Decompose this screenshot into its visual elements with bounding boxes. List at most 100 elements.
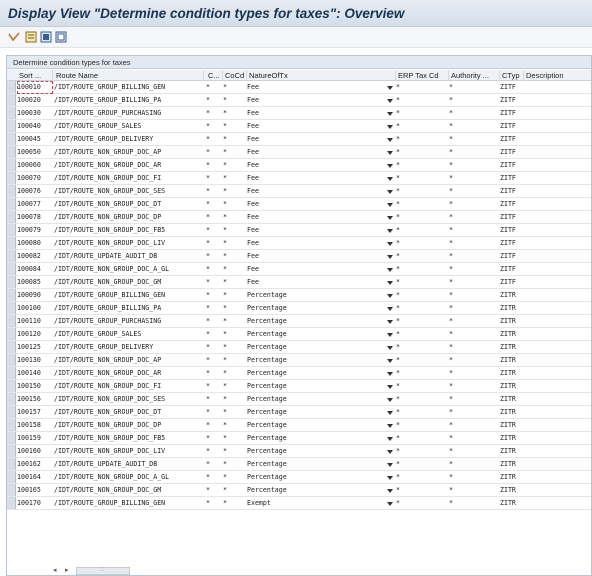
row-selector[interactable]	[7, 471, 16, 483]
dropdown-arrow-icon[interactable]	[387, 255, 393, 259]
erp-tax-code-cell[interactable]: *	[396, 172, 446, 185]
dropdown-arrow-icon[interactable]	[387, 346, 393, 350]
ctyp-cell[interactable]: ZITR	[500, 393, 524, 406]
ctyp-cell[interactable]: ZITF	[500, 263, 524, 276]
authority-cell[interactable]: *	[449, 289, 499, 302]
erp-tax-code-cell[interactable]: *	[396, 159, 446, 172]
row-selector[interactable]	[7, 341, 16, 353]
erp-tax-code-cell[interactable]: *	[396, 367, 446, 380]
c-cell[interactable]: *	[206, 432, 220, 445]
row-selector[interactable]	[7, 133, 16, 145]
route-name-cell[interactable]: /IDT/ROUTE_NON_GROUP_DOC_GM	[54, 484, 202, 497]
authority-cell[interactable]: *	[449, 367, 499, 380]
route-name-cell[interactable]: /IDT/ROUTE_NON_GROUP_DOC_AR	[54, 159, 202, 172]
sort-cell[interactable]: 100084	[17, 263, 53, 276]
erp-tax-code-cell[interactable]: *	[396, 250, 446, 263]
table-row[interactable]: 100078/IDT/ROUTE_NON_GROUP_DOC_DP * * Fee * *…	[7, 211, 591, 224]
cocd-cell[interactable]: *	[223, 445, 243, 458]
erp-tax-code-cell[interactable]: *	[396, 328, 446, 341]
c-cell[interactable]: *	[206, 237, 220, 250]
sort-cell[interactable]: 100082	[17, 250, 53, 263]
c-cell[interactable]: *	[206, 315, 220, 328]
nature-of-tax-cell[interactable]: Percentage	[247, 432, 387, 445]
cocd-cell[interactable]: *	[223, 289, 243, 302]
sort-cell[interactable]: 100157	[17, 406, 53, 419]
c-cell[interactable]: *	[206, 198, 220, 211]
erp-tax-code-cell[interactable]: *	[396, 185, 446, 198]
route-name-cell[interactable]: /IDT/ROUTE_NON_GROUP_DOC_A_GL	[54, 263, 202, 276]
c-cell[interactable]: *	[206, 471, 220, 484]
ctyp-cell[interactable]: ZITF	[500, 107, 524, 120]
authority-cell[interactable]: *	[449, 133, 499, 146]
table-row[interactable]: 100084/IDT/ROUTE_NON_GROUP_DOC_A_GL * * Fee…	[7, 263, 591, 276]
nature-of-tax-cell[interactable]: Fee	[247, 107, 387, 120]
cocd-cell[interactable]: *	[223, 94, 243, 107]
cocd-cell[interactable]: *	[223, 471, 243, 484]
c-cell[interactable]: *	[206, 328, 220, 341]
authority-cell[interactable]: *	[449, 328, 499, 341]
ctyp-cell[interactable]: ZITF	[500, 250, 524, 263]
c-cell[interactable]: *	[206, 354, 220, 367]
erp-tax-code-cell[interactable]: *	[396, 237, 446, 250]
nature-of-tax-cell[interactable]: Percentage	[247, 393, 387, 406]
nature-of-tax-cell[interactable]: Percentage	[247, 484, 387, 497]
ctyp-cell[interactable]: ZITF	[500, 237, 524, 250]
nature-of-tax-cell[interactable]: Percentage	[247, 458, 387, 471]
authority-cell[interactable]: *	[449, 120, 499, 133]
nature-of-tax-cell[interactable]: Fee	[247, 81, 387, 94]
authority-cell[interactable]: *	[449, 432, 499, 445]
row-selector[interactable]	[7, 120, 16, 132]
table-row[interactable]: 100160/IDT/ROUTE_NON_GROUP_DOC_LIV * * Perc…	[7, 445, 591, 458]
sort-cell[interactable]: 100162	[17, 458, 53, 471]
dropdown-arrow-icon[interactable]	[387, 294, 393, 298]
table-row[interactable]: 100060/IDT/ROUTE_NON_GROUP_DOC_AR * * Fee * *…	[7, 159, 591, 172]
authority-cell[interactable]: *	[449, 185, 499, 198]
ctyp-cell[interactable]: ZITR	[500, 289, 524, 302]
erp-tax-code-cell[interactable]: *	[396, 458, 446, 471]
table-row[interactable]: 100085/IDT/ROUTE_NON_GROUP_DOC_GM * * Fee * *…	[7, 276, 591, 289]
cocd-cell[interactable]: *	[223, 81, 243, 94]
ctyp-cell[interactable]: ZITR	[500, 354, 524, 367]
cocd-cell[interactable]: *	[223, 159, 243, 172]
cocd-cell[interactable]: *	[223, 211, 243, 224]
route-name-cell[interactable]: /IDT/ROUTE_GROUP_SALES	[54, 328, 202, 341]
table-row[interactable]: 100050/IDT/ROUTE_NON_GROUP_DOC_AP * * Fee * *…	[7, 146, 591, 159]
erp-tax-code-cell[interactable]: *	[396, 354, 446, 367]
c-cell[interactable]: *	[206, 263, 220, 276]
nature-of-tax-cell[interactable]: Percentage	[247, 367, 387, 380]
cocd-cell[interactable]: *	[223, 328, 243, 341]
sort-cell[interactable]: 100045	[17, 133, 53, 146]
nature-of-tax-cell[interactable]: Fee	[247, 250, 387, 263]
erp-tax-code-cell[interactable]: *	[396, 289, 446, 302]
sort-cell[interactable]: 100050	[17, 146, 53, 159]
cocd-cell[interactable]: *	[223, 367, 243, 380]
dropdown-arrow-icon[interactable]	[387, 320, 393, 324]
dropdown-arrow-icon[interactable]	[387, 489, 393, 493]
nature-of-tax-cell[interactable]: Fee	[247, 224, 387, 237]
route-name-cell[interactable]: /IDT/ROUTE_GROUP_PURCHASING	[54, 107, 202, 120]
dropdown-arrow-icon[interactable]	[387, 411, 393, 415]
nature-of-tax-cell[interactable]: Fee	[247, 146, 387, 159]
cocd-cell[interactable]: *	[223, 237, 243, 250]
sort-cell[interactable]: 100125	[17, 341, 53, 354]
erp-tax-code-cell[interactable]: *	[396, 380, 446, 393]
dropdown-arrow-icon[interactable]	[387, 177, 393, 181]
dropdown-arrow-icon[interactable]	[387, 242, 393, 246]
c-cell[interactable]: *	[206, 172, 220, 185]
row-selector[interactable]	[7, 159, 16, 171]
route-name-cell[interactable]: /IDT/ROUTE_NON_GROUP_DOC_DT	[54, 406, 202, 419]
nature-of-tax-cell[interactable]: Exempt	[247, 497, 387, 510]
sort-cell[interactable]: 100020	[17, 94, 53, 107]
erp-tax-code-cell[interactable]: *	[396, 133, 446, 146]
route-name-cell[interactable]: /IDT/ROUTE_GROUP_BILLING_GEN	[54, 289, 202, 302]
authority-cell[interactable]: *	[449, 471, 499, 484]
dropdown-arrow-icon[interactable]	[387, 307, 393, 311]
nature-of-tax-cell[interactable]: Percentage	[247, 354, 387, 367]
erp-tax-code-cell[interactable]: *	[396, 471, 446, 484]
ctyp-cell[interactable]: ZITR	[500, 432, 524, 445]
table-row[interactable]: 100164/IDT/ROUTE_NON_GROUP_DOC_A_GL * * Per…	[7, 471, 591, 484]
authority-cell[interactable]: *	[449, 315, 499, 328]
sort-cell[interactable]: 100079	[17, 224, 53, 237]
route-name-cell[interactable]: /IDT/ROUTE_NON_GROUP_DOC_AP	[54, 354, 202, 367]
row-selector[interactable]	[7, 406, 16, 418]
